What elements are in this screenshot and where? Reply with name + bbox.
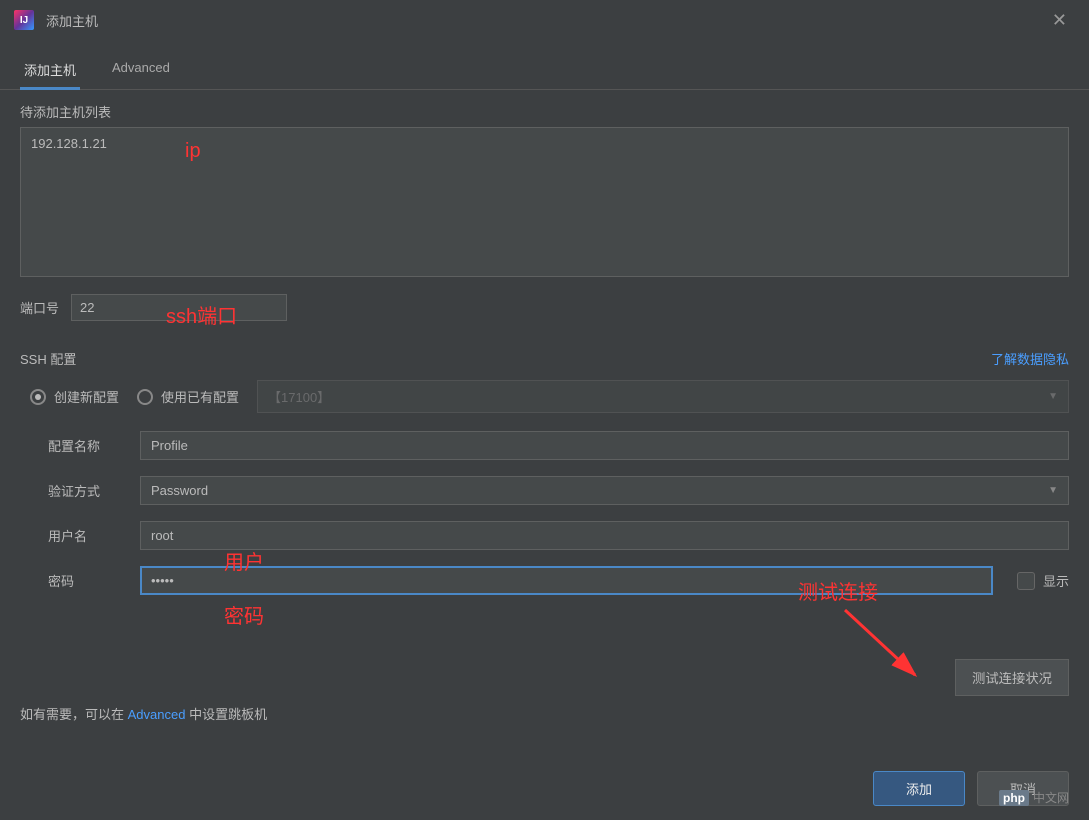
privacy-link[interactable]: 了解数据隐私 — [991, 349, 1069, 368]
checkbox-icon — [1017, 572, 1035, 590]
radio-unselected-icon — [137, 389, 153, 405]
chevron-down-icon: ▼ — [1048, 391, 1058, 402]
existing-config-select[interactable]: 【17100】 ▼ — [257, 380, 1069, 413]
app-icon: IJ — [14, 10, 34, 30]
show-password-label: 显示 — [1043, 571, 1069, 590]
port-input[interactable] — [71, 294, 287, 321]
tab-add-host[interactable]: 添加主机 — [20, 52, 80, 89]
hint-suffix: 中设置跳板机 — [185, 707, 267, 722]
advanced-hint: 如有需要，可以在 Advanced 中设置跳板机 — [20, 696, 1069, 723]
hint-link[interactable]: Advanced — [128, 707, 186, 722]
profile-name-label: 配置名称 — [48, 436, 128, 455]
radio-new-label: 创建新配置 — [54, 387, 119, 406]
radio-existing-config[interactable]: 使用已有配置 — [137, 387, 239, 406]
password-label: 密码 — [48, 571, 128, 590]
close-icon[interactable]: ✕ — [1044, 6, 1075, 35]
profile-name-input[interactable] — [140, 431, 1069, 460]
chevron-down-icon: ▼ — [1048, 485, 1058, 496]
ssh-section-label: SSH 配置 — [20, 349, 76, 368]
radio-selected-icon — [30, 389, 46, 405]
tab-advanced[interactable]: Advanced — [108, 52, 174, 89]
existing-config-value: 【17100】 — [268, 387, 330, 406]
password-input[interactable] — [140, 566, 993, 595]
username-input[interactable] — [140, 521, 1069, 550]
hostlist-input[interactable] — [20, 127, 1069, 277]
content-area: 待添加主机列表 端口号 SSH 配置 了解数据隐私 创建新配置 使用已有配置 【… — [0, 90, 1089, 735]
hostlist-label: 待添加主机列表 — [20, 102, 1069, 121]
dialog-button-bar: 添加 取消 — [873, 771, 1069, 806]
radio-existing-label: 使用已有配置 — [161, 387, 239, 406]
tab-bar: 添加主机 Advanced — [0, 52, 1089, 90]
port-label: 端口号 — [20, 298, 59, 317]
auth-method-value: Password — [151, 483, 208, 498]
test-connection-button[interactable]: 测试连接状况 — [955, 659, 1069, 696]
radio-new-config[interactable]: 创建新配置 — [30, 387, 119, 406]
hint-prefix: 如有需要，可以在 — [20, 707, 128, 722]
window-title: 添加主机 — [46, 11, 98, 30]
username-label: 用户名 — [48, 526, 128, 545]
add-button[interactable]: 添加 — [873, 771, 965, 806]
auth-method-select[interactable]: Password ▼ — [140, 476, 1069, 505]
titlebar: IJ 添加主机 ✕ — [0, 0, 1089, 40]
show-password-toggle[interactable]: 显示 — [1017, 571, 1069, 590]
cancel-button[interactable]: 取消 — [977, 771, 1069, 806]
auth-method-label: 验证方式 — [48, 481, 128, 500]
